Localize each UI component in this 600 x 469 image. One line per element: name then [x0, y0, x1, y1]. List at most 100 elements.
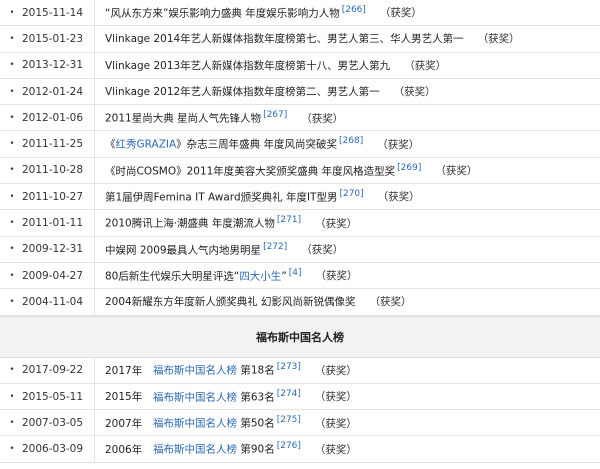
- bullet-icon: •: [9, 296, 15, 307]
- award-row: • 2011-11-25 《红秀GRAZIA》杂志三周年盛典 年度风尚突破奖 [2…: [0, 131, 600, 158]
- award-status: （获奖）: [314, 391, 357, 404]
- award-text: Vlinkage 2014年艺人新媒体指数年度榜第七、男艺人第三、华人男艺人第一: [105, 33, 464, 46]
- forbes-list-link[interactable]: 福布斯中国名人榜: [153, 444, 237, 456]
- award-date: 2015-01-23: [22, 32, 84, 45]
- award-date: 2004-11-04: [22, 295, 84, 308]
- award-text: 80后新生代娱乐大明星评选“: [105, 270, 240, 283]
- award-text: 中娱网 2009最具人气内地男明星: [105, 244, 262, 257]
- award-date: 2012-01-24: [22, 85, 84, 98]
- award-row: • 2011-10-28 《时尚COSMO》2011年度美容大奖颁奖盛典 年度风…: [0, 157, 600, 185]
- bullet-icon: •: [9, 7, 15, 18]
- award-row: • 2015-01-23 Vlinkage 2014年艺人新媒体指数年度榜第七、…: [0, 26, 600, 53]
- award-content: Vlinkage 2014年艺人新媒体指数年度榜第七、男艺人第三、华人男艺人第一…: [95, 31, 600, 46]
- reference-link[interactable]: [274]: [277, 389, 301, 399]
- bullet-icon: •: [9, 244, 15, 255]
- award-content: 2006年 福布斯中国名人榜 第90名 [276] （获奖）: [95, 441, 600, 457]
- magazine-link[interactable]: 红秀GRAZIA: [116, 139, 177, 151]
- award-year: 2015年: [105, 391, 143, 404]
- reference-link[interactable]: [276]: [277, 441, 301, 451]
- award-year: 2017年: [105, 364, 143, 377]
- award-row: • 2015-05-11 2015年 福布斯中国名人榜 第63名 [274] （获奖）: [0, 383, 600, 411]
- bullet-icon: •: [9, 391, 15, 402]
- award-status: （获奖）: [435, 165, 478, 178]
- reference-link[interactable]: [271]: [277, 215, 301, 225]
- awards-table: • 2015-11-14 “风从东方来”娱乐影响力盛典 年度娱乐影响力人物 [26…: [0, 0, 600, 463]
- award-status: （获奖）: [315, 217, 358, 230]
- reference-link[interactable]: [4]: [289, 268, 302, 278]
- bullet-icon: •: [9, 365, 15, 376]
- award-date: 2011-11-25: [22, 138, 84, 151]
- award-text: 2010腾讯上海·潮盛典 年度潮流人物: [105, 217, 275, 230]
- award-rank: 第18名: [240, 364, 275, 377]
- bullet-icon: •: [9, 444, 15, 455]
- award-text: 第1届伊周Femina IT Award颁奖典礼 年度IT型男: [105, 191, 338, 204]
- award-rank: 第50名: [240, 417, 275, 430]
- award-content: 2017年 福布斯中国名人榜 第18名 [273] （获奖）: [95, 362, 600, 378]
- award-date: 2015-05-11: [22, 390, 84, 403]
- reference-link[interactable]: [268]: [339, 136, 363, 146]
- reference-link[interactable]: [266]: [342, 5, 366, 15]
- section-header-forbes: 福布斯中国名人榜: [0, 315, 600, 358]
- award-content: 《红秀GRAZIA》杂志三周年盛典 年度风尚突破奖 [268] （获奖）: [95, 136, 600, 152]
- award-row: • 2009-12-31 中娱网 2009最具人气内地男明星 [272] （获奖）: [0, 236, 600, 263]
- award-text: 2004新耀东方年度新人颁奖典礼 幻影风尚新锐偶像奖: [105, 296, 356, 309]
- award-date: 2009-04-27: [22, 269, 84, 282]
- award-content: 《时尚COSMO》2011年度美容大奖颁奖盛典 年度风格造型奖 [269] （获奖）: [95, 163, 600, 179]
- award-content: 2010腾讯上海·潮盛典 年度潮流人物 [271] （获奖）: [95, 215, 600, 231]
- reference-link[interactable]: [275]: [277, 415, 301, 425]
- award-row: • 2015-11-14 “风从东方来”娱乐影响力盛典 年度娱乐影响力人物 [26…: [0, 0, 600, 27]
- award-status: （获奖）: [369, 296, 412, 309]
- bullet-icon: •: [9, 139, 15, 150]
- award-date: 2012-01-06: [22, 111, 84, 124]
- bullet-icon: •: [9, 60, 15, 71]
- bullet-icon: •: [9, 86, 15, 97]
- reference-link[interactable]: [267]: [263, 110, 287, 120]
- award-status: （获奖）: [477, 33, 520, 46]
- award-rank: 第63名: [240, 391, 275, 404]
- four-young-stars-link[interactable]: 四大小生: [239, 270, 281, 282]
- bullet-icon: •: [9, 191, 15, 202]
- award-content: “风从东方来”娱乐影响力盛典 年度娱乐影响力人物 [266] （获奖）: [95, 5, 600, 21]
- award-date: 2011-10-28: [22, 164, 84, 177]
- award-date: 2015-11-14: [22, 6, 84, 19]
- award-status: （获奖）: [301, 244, 344, 257]
- award-text-prefix: 《: [105, 138, 116, 151]
- forbes-list-link[interactable]: 福布斯中国名人榜: [153, 418, 237, 430]
- forbes-list-link[interactable]: 福布斯中国名人榜: [153, 365, 237, 377]
- forbes-list-link[interactable]: 福布斯中国名人榜: [153, 391, 237, 403]
- award-content: Vlinkage 2012年艺人新媒体指数年度榜第二、男艺人第一 （获奖）: [95, 84, 600, 99]
- award-date: 2009-12-31: [22, 243, 84, 256]
- award-row: • 2006-03-09 2006年 福布斯中国名人榜 第90名 [276] （获奖）: [0, 436, 600, 463]
- award-date: 2013-12-31: [22, 59, 84, 72]
- award-content: 2004新耀东方年度新人颁奖典礼 幻影风尚新锐偶像奖 （获奖）: [95, 294, 600, 309]
- award-date: 2011-01-11: [22, 217, 84, 230]
- award-status: （获奖）: [377, 138, 420, 151]
- award-row: • 2009-04-27 80后新生代娱乐大明星评选“四大小生” [4] （获奖）: [0, 262, 600, 290]
- reference-link[interactable]: [269]: [397, 163, 421, 173]
- award-status: （获奖）: [314, 417, 357, 430]
- award-row: • 2011-10-27 第1届伊周Femina IT Award颁奖典礼 年度…: [0, 184, 600, 211]
- award-status: （获奖）: [377, 191, 420, 204]
- award-status: （获奖）: [314, 443, 357, 456]
- bullet-icon: •: [9, 270, 15, 281]
- award-date: 2007-03-05: [22, 416, 84, 429]
- award-row: • 2012-01-24 Vlinkage 2012年艺人新媒体指数年度榜第二、…: [0, 78, 600, 106]
- award-status: （获奖）: [301, 112, 344, 125]
- reference-link[interactable]: [270]: [339, 189, 363, 199]
- award-text-suffix: ”: [281, 270, 287, 283]
- award-content: 80后新生代娱乐大明星评选“四大小生” [4] （获奖）: [95, 268, 600, 284]
- award-row: • 2004-11-04 2004新耀东方年度新人颁奖典礼 幻影风尚新锐偶像奖 （…: [0, 289, 600, 316]
- bullet-icon: •: [9, 165, 15, 176]
- award-row: • 2011-01-11 2010腾讯上海·潮盛典 年度潮流人物 [271] （获奖…: [0, 210, 600, 237]
- award-status: （获奖）: [404, 59, 447, 72]
- award-status: （获奖）: [314, 364, 357, 377]
- award-text: 》杂志三周年盛典 年度风尚突破奖: [176, 138, 338, 151]
- award-content: 2011星尚大典 星尚人气先锋人物 [267] （获奖）: [95, 110, 600, 126]
- reference-link[interactable]: [272]: [263, 242, 287, 252]
- award-text: Vlinkage 2012年艺人新媒体指数年度榜第二、男艺人第一: [105, 86, 380, 99]
- award-row: • 2012-01-06 2011星尚大典 星尚人气先锋人物 [267] （获奖）: [0, 105, 600, 132]
- award-content: 2007年 福布斯中国名人榜 第50名 [275] （获奖）: [95, 415, 600, 431]
- award-content: 2015年 福布斯中国名人榜 第63名 [274] （获奖）: [95, 389, 600, 405]
- reference-link[interactable]: [273]: [277, 362, 301, 372]
- award-row: • 2013-12-31 Vlinkage 2013年艺人新媒体指数年度榜第十八…: [0, 52, 600, 79]
